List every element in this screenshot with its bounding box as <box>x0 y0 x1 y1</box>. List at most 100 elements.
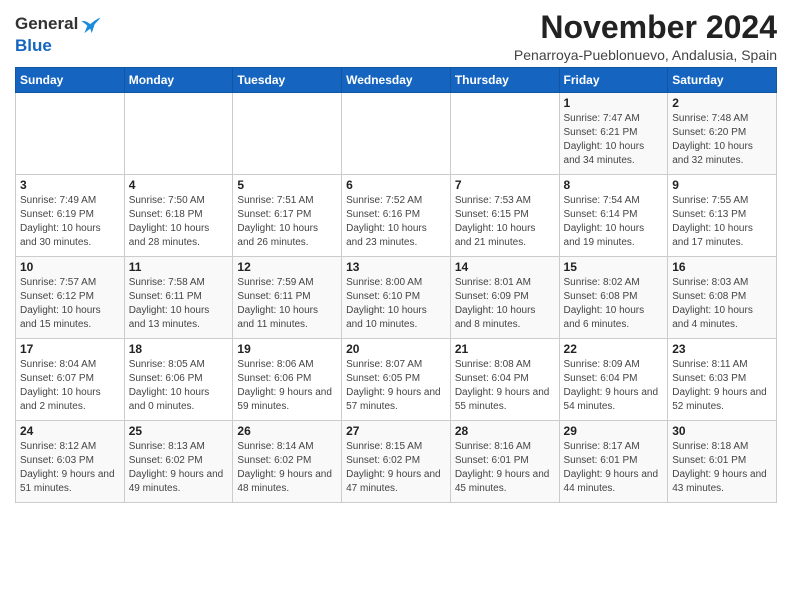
day-number: 15 <box>564 260 664 274</box>
day-info: Sunrise: 7:57 AMSunset: 6:12 PMDaylight:… <box>20 276 120 332</box>
cell-w3-d6: 15 Sunrise: 8:02 AMSunset: 6:08 PMDayligh… <box>559 257 668 339</box>
cell-w4-d6: 22 Sunrise: 8:09 AMSunset: 6:04 PMDayligh… <box>559 339 668 421</box>
title-block: November 2024 Penarroya-Pueblonuevo, And… <box>514 10 777 63</box>
header: General Blue November 2024 Penarroya-Pue… <box>15 10 777 63</box>
day-number: 3 <box>20 178 120 192</box>
col-thursday: Thursday <box>450 68 559 93</box>
logo: General Blue <box>15 14 102 56</box>
logo-blue: Blue <box>15 36 52 55</box>
day-number: 24 <box>20 424 120 438</box>
cell-w2-d2: 4 Sunrise: 7:50 AMSunset: 6:18 PMDaylight… <box>124 175 233 257</box>
page-container: General Blue November 2024 Penarroya-Pue… <box>0 0 792 513</box>
cell-w3-d5: 14Sunrise: 8:01 AMSunset: 6:09 PMDayligh… <box>450 257 559 339</box>
day-number: 18 <box>129 342 229 356</box>
day-number: 9 <box>672 178 772 192</box>
day-info: Sunrise: 7:52 AMSunset: 6:16 PMDaylight:… <box>346 194 446 250</box>
day-number: 13 <box>346 260 446 274</box>
day-info: Sunrise: 7:54 AMSunset: 6:14 PMDaylight:… <box>564 194 664 250</box>
day-number: 2 <box>672 96 772 110</box>
cell-w4-d2: 18 Sunrise: 8:05 AMSunset: 6:06 PMDayligh… <box>124 339 233 421</box>
day-number: 21 <box>455 342 555 356</box>
cell-w3-d7: 16Sunrise: 8:03 AMSunset: 6:08 PMDayligh… <box>668 257 777 339</box>
week-row-1: 1 Sunrise: 7:47 AMSunset: 6:21 PMDaylight… <box>16 93 777 175</box>
day-number: 22 <box>564 342 664 356</box>
cell-w4-d4: 20 Sunrise: 8:07 AMSunset: 6:05 PMDayligh… <box>342 339 451 421</box>
col-wednesday: Wednesday <box>342 68 451 93</box>
day-info: Sunrise: 8:07 AMSunset: 6:05 PMDaylight:… <box>346 358 446 414</box>
day-number: 4 <box>129 178 229 192</box>
cell-w2-d7: 9 Sunrise: 7:55 AMSunset: 6:13 PMDaylight… <box>668 175 777 257</box>
col-monday: Monday <box>124 68 233 93</box>
cell-w2-d1: 3 Sunrise: 7:49 AMSunset: 6:19 PMDaylight… <box>16 175 125 257</box>
day-info: Sunrise: 7:48 AMSunset: 6:20 PMDaylight:… <box>672 112 772 168</box>
col-tuesday: Tuesday <box>233 68 342 93</box>
day-number: 14 <box>455 260 555 274</box>
day-number: 6 <box>346 178 446 192</box>
cell-w1-d4 <box>342 93 451 175</box>
day-info: Sunrise: 8:17 AMSunset: 6:01 PMDaylight:… <box>564 440 664 496</box>
day-number: 19 <box>237 342 337 356</box>
cell-w3-d1: 10Sunrise: 7:57 AMSunset: 6:12 PMDayligh… <box>16 257 125 339</box>
day-info: Sunrise: 7:59 AMSunset: 6:11 PMDaylight:… <box>237 276 337 332</box>
day-info: Sunrise: 7:49 AMSunset: 6:19 PMDaylight:… <box>20 194 120 250</box>
day-info: Sunrise: 7:53 AMSunset: 6:15 PMDaylight:… <box>455 194 555 250</box>
day-number: 28 <box>455 424 555 438</box>
cell-w2-d3: 5 Sunrise: 7:51 AMSunset: 6:17 PMDaylight… <box>233 175 342 257</box>
day-info: Sunrise: 8:14 AMSunset: 6:02 PMDaylight:… <box>237 440 337 496</box>
day-number: 5 <box>237 178 337 192</box>
cell-w5-d4: 27 Sunrise: 8:15 AMSunset: 6:02 PMDayligh… <box>342 421 451 503</box>
week-row-3: 10Sunrise: 7:57 AMSunset: 6:12 PMDayligh… <box>16 257 777 339</box>
day-info: Sunrise: 8:03 AMSunset: 6:08 PMDaylight:… <box>672 276 772 332</box>
day-info: Sunrise: 7:47 AMSunset: 6:21 PMDaylight:… <box>564 112 664 168</box>
day-number: 27 <box>346 424 446 438</box>
logo-bird-icon <box>80 14 102 36</box>
day-number: 26 <box>237 424 337 438</box>
day-info: Sunrise: 8:12 AMSunset: 6:03 PMDaylight:… <box>20 440 120 496</box>
day-info: Sunrise: 8:04 AMSunset: 6:07 PMDaylight:… <box>20 358 120 414</box>
cell-w3-d2: 11 Sunrise: 7:58 AMSunset: 6:11 PMDayligh… <box>124 257 233 339</box>
day-info: Sunrise: 8:09 AMSunset: 6:04 PMDaylight:… <box>564 358 664 414</box>
day-number: 11 <box>129 260 229 274</box>
day-number: 7 <box>455 178 555 192</box>
day-info: Sunrise: 8:06 AMSunset: 6:06 PMDaylight:… <box>237 358 337 414</box>
week-row-5: 24 Sunrise: 8:12 AMSunset: 6:03 PMDayligh… <box>16 421 777 503</box>
month-title: November 2024 <box>514 10 777 45</box>
cell-w2-d5: 7 Sunrise: 7:53 AMSunset: 6:15 PMDaylight… <box>450 175 559 257</box>
col-sunday: Sunday <box>16 68 125 93</box>
week-row-2: 3 Sunrise: 7:49 AMSunset: 6:19 PMDaylight… <box>16 175 777 257</box>
cell-w5-d1: 24 Sunrise: 8:12 AMSunset: 6:03 PMDayligh… <box>16 421 125 503</box>
day-number: 1 <box>564 96 664 110</box>
cell-w4-d3: 19 Sunrise: 8:06 AMSunset: 6:06 PMDayligh… <box>233 339 342 421</box>
day-info: Sunrise: 7:58 AMSunset: 6:11 PMDaylight:… <box>129 276 229 332</box>
cell-w4-d1: 17 Sunrise: 8:04 AMSunset: 6:07 PMDayligh… <box>16 339 125 421</box>
cell-w5-d7: 30 Sunrise: 8:18 AMSunset: 6:01 PMDayligh… <box>668 421 777 503</box>
day-info: Sunrise: 8:18 AMSunset: 6:01 PMDaylight:… <box>672 440 772 496</box>
week-row-4: 17 Sunrise: 8:04 AMSunset: 6:07 PMDayligh… <box>16 339 777 421</box>
day-number: 12 <box>237 260 337 274</box>
cell-w1-d5 <box>450 93 559 175</box>
cell-w5-d2: 25 Sunrise: 8:13 AMSunset: 6:02 PMDayligh… <box>124 421 233 503</box>
day-info: Sunrise: 7:50 AMSunset: 6:18 PMDaylight:… <box>129 194 229 250</box>
cell-w1-d3 <box>233 93 342 175</box>
day-info: Sunrise: 8:00 AMSunset: 6:10 PMDaylight:… <box>346 276 446 332</box>
day-info: Sunrise: 8:13 AMSunset: 6:02 PMDaylight:… <box>129 440 229 496</box>
day-number: 30 <box>672 424 772 438</box>
cell-w5-d5: 28Sunrise: 8:16 AMSunset: 6:01 PMDayligh… <box>450 421 559 503</box>
day-number: 25 <box>129 424 229 438</box>
cell-w4-d5: 21 Sunrise: 8:08 AMSunset: 6:04 PMDayligh… <box>450 339 559 421</box>
day-info: Sunrise: 7:55 AMSunset: 6:13 PMDaylight:… <box>672 194 772 250</box>
cell-w5-d6: 29Sunrise: 8:17 AMSunset: 6:01 PMDayligh… <box>559 421 668 503</box>
day-number: 23 <box>672 342 772 356</box>
col-saturday: Saturday <box>668 68 777 93</box>
day-info: Sunrise: 8:05 AMSunset: 6:06 PMDaylight:… <box>129 358 229 414</box>
cell-w1-d6: 1 Sunrise: 7:47 AMSunset: 6:21 PMDaylight… <box>559 93 668 175</box>
logo-text-block: General Blue <box>15 14 102 56</box>
day-info: Sunrise: 8:02 AMSunset: 6:08 PMDaylight:… <box>564 276 664 332</box>
day-info: Sunrise: 8:08 AMSunset: 6:04 PMDaylight:… <box>455 358 555 414</box>
logo-general: General <box>15 14 78 33</box>
header-row: Sunday Monday Tuesday Wednesday Thursday… <box>16 68 777 93</box>
day-info: Sunrise: 7:51 AMSunset: 6:17 PMDaylight:… <box>237 194 337 250</box>
day-info: Sunrise: 8:15 AMSunset: 6:02 PMDaylight:… <box>346 440 446 496</box>
day-number: 20 <box>346 342 446 356</box>
day-number: 17 <box>20 342 120 356</box>
